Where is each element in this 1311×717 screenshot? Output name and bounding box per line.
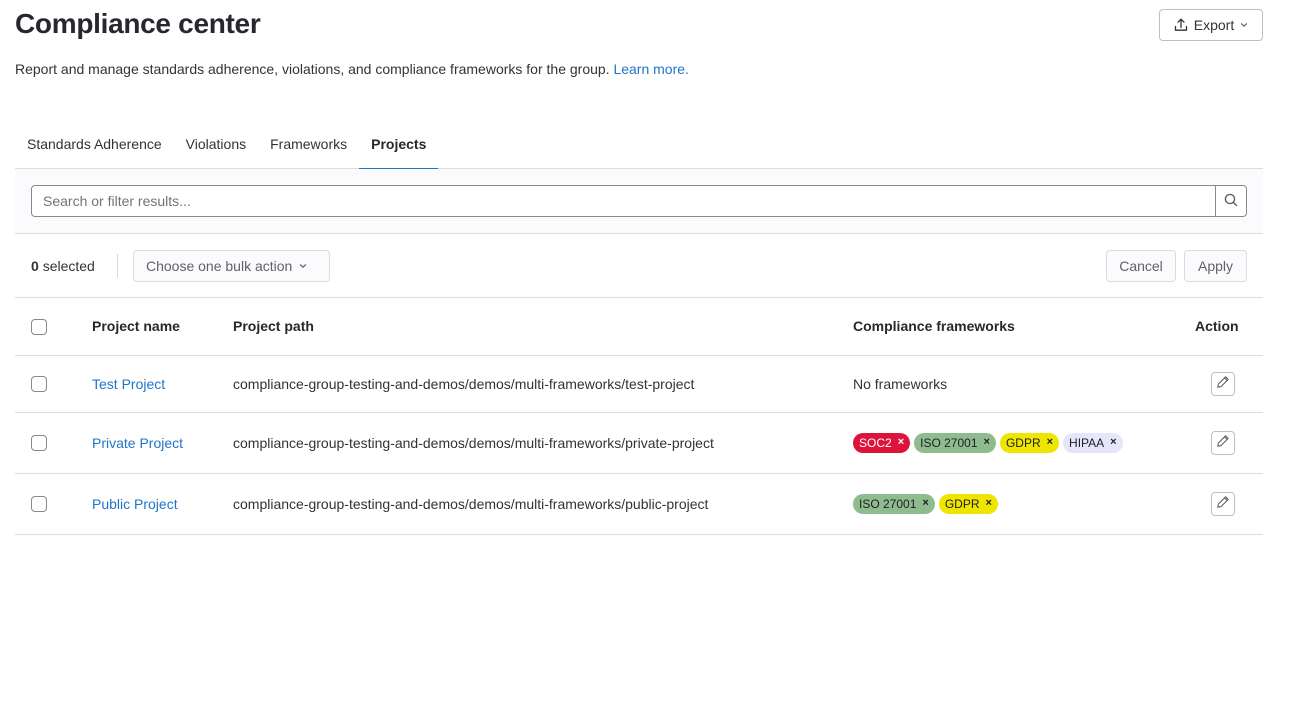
- bulk-action-placeholder: Choose one bulk action: [146, 258, 292, 274]
- tab-standards-adherence[interactable]: Standards Adherence: [15, 124, 174, 169]
- remove-framework-icon[interactable]: ×: [984, 437, 990, 448]
- chevron-down-icon: [298, 258, 308, 274]
- tab-violations[interactable]: Violations: [174, 124, 258, 169]
- project-name-link[interactable]: Private Project: [92, 435, 183, 451]
- bulk-action-bar: 0 selected Choose one bulk action Cancel…: [15, 234, 1263, 298]
- project-name-link[interactable]: Public Project: [92, 496, 178, 512]
- framework-label-text: GDPR: [1006, 436, 1041, 450]
- search-box: [31, 185, 1247, 217]
- learn-more-link[interactable]: Learn more.: [613, 61, 688, 77]
- select-all-checkbox[interactable]: [31, 319, 47, 335]
- pencil-icon: [1216, 434, 1230, 451]
- framework-label: GDPR ×: [939, 494, 998, 514]
- search-button[interactable]: [1215, 186, 1246, 216]
- framework-label: GDPR ×: [1000, 433, 1059, 453]
- tab-projects[interactable]: Projects: [359, 124, 438, 169]
- pencil-icon: [1216, 495, 1230, 512]
- framework-label: ISO 27001 ×: [853, 494, 935, 514]
- table-row: Public Project compliance-group-testing-…: [15, 473, 1263, 534]
- column-header-project-name: Project name: [92, 298, 233, 355]
- edit-frameworks-button[interactable]: [1211, 492, 1235, 516]
- search-icon: [1223, 192, 1239, 211]
- remove-framework-icon[interactable]: ×: [1110, 437, 1116, 448]
- apply-button[interactable]: Apply: [1184, 250, 1247, 282]
- selected-count-value: 0: [31, 258, 39, 274]
- cancel-button[interactable]: Cancel: [1106, 250, 1176, 282]
- divider: [117, 254, 118, 278]
- project-path: compliance-group-testing-and-demos/demos…: [233, 355, 853, 412]
- description-text: Report and manage standards adherence, v…: [15, 61, 610, 77]
- row-checkbox[interactable]: [31, 496, 47, 512]
- framework-label: ISO 27001 ×: [914, 433, 996, 453]
- column-header-action: Action: [1195, 298, 1263, 355]
- filter-bar: [15, 169, 1263, 234]
- framework-label: HIPAA ×: [1063, 433, 1123, 453]
- project-path: compliance-group-testing-and-demos/demos…: [233, 412, 853, 473]
- framework-labels: ISO 27001 × GDPR ×: [853, 494, 1195, 514]
- row-checkbox[interactable]: [31, 435, 47, 451]
- chevron-down-icon: [1239, 20, 1249, 30]
- edit-frameworks-button[interactable]: [1211, 372, 1235, 396]
- column-header-compliance-frameworks: Compliance frameworks: [853, 298, 1195, 355]
- framework-label-text: SOC2: [859, 436, 892, 450]
- export-label: Export: [1194, 17, 1234, 33]
- remove-framework-icon[interactable]: ×: [1047, 437, 1053, 448]
- remove-framework-icon[interactable]: ×: [985, 498, 991, 509]
- table-header-row: Project name Project path Compliance fra…: [15, 298, 1263, 355]
- tab-frameworks[interactable]: Frameworks: [258, 124, 359, 169]
- selected-count: 0 selected: [31, 258, 95, 274]
- no-frameworks-text: No frameworks: [853, 355, 1195, 412]
- page-description: Report and manage standards adherence, v…: [15, 61, 689, 77]
- pencil-icon: [1216, 375, 1230, 392]
- page-title: Compliance center: [15, 8, 260, 40]
- export-icon: [1173, 17, 1189, 33]
- export-button[interactable]: Export: [1159, 9, 1263, 41]
- framework-label-text: ISO 27001: [920, 436, 977, 450]
- project-name-link[interactable]: Test Project: [92, 376, 165, 392]
- edit-frameworks-button[interactable]: [1211, 431, 1235, 455]
- framework-label-text: GDPR: [945, 497, 980, 511]
- projects-table: Project name Project path Compliance fra…: [15, 298, 1263, 535]
- table-row: Private Project compliance-group-testing…: [15, 412, 1263, 473]
- table-row: Test Project compliance-group-testing-an…: [15, 355, 1263, 412]
- tabs: Standards Adherence Violations Framework…: [15, 124, 1263, 169]
- remove-framework-icon[interactable]: ×: [922, 498, 928, 509]
- bulk-action-dropdown[interactable]: Choose one bulk action: [133, 250, 330, 282]
- project-path: compliance-group-testing-and-demos/demos…: [233, 473, 853, 534]
- column-header-project-path: Project path: [233, 298, 853, 355]
- framework-label-text: HIPAA: [1069, 436, 1104, 450]
- search-input[interactable]: [32, 186, 1215, 216]
- framework-label-text: ISO 27001: [859, 497, 916, 511]
- select-all-cell: [15, 298, 92, 355]
- row-checkbox[interactable]: [31, 376, 47, 392]
- selected-count-label: selected: [43, 258, 95, 274]
- remove-framework-icon[interactable]: ×: [898, 437, 904, 448]
- framework-label: SOC2 ×: [853, 433, 910, 453]
- framework-labels: SOC2 × ISO 27001 × GDPR × HIPAA ×: [853, 433, 1195, 453]
